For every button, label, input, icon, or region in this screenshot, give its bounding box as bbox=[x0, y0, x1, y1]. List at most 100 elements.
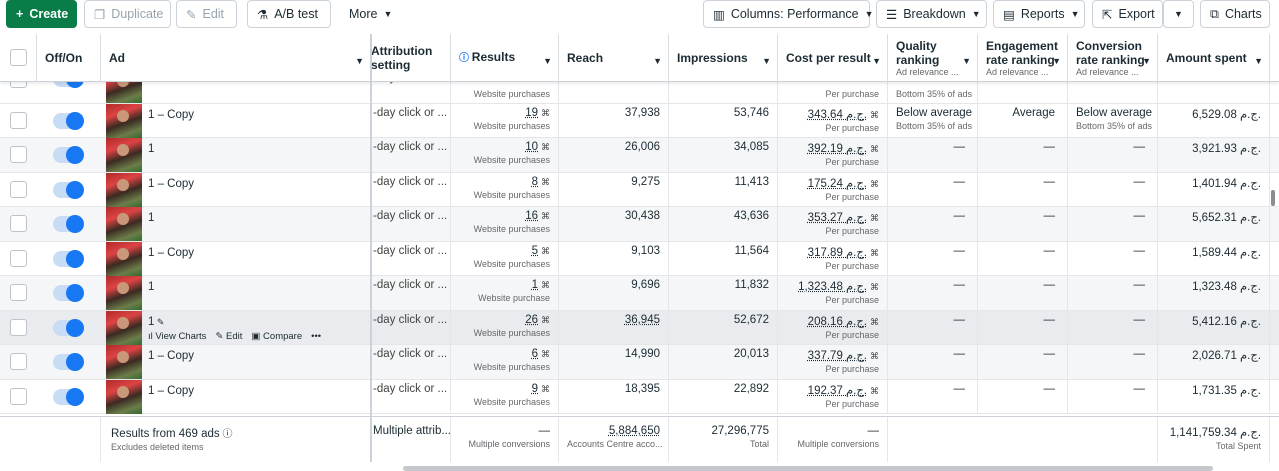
row-checkbox[interactable] bbox=[10, 318, 27, 336]
ad-toggle[interactable] bbox=[53, 353, 84, 371]
results-value[interactable]: 16 bbox=[525, 210, 538, 222]
amount-spent-header[interactable]: Amount spent ▼ bbox=[1158, 34, 1270, 82]
results-value[interactable]: 8 bbox=[532, 176, 538, 188]
more-options-icon[interactable]: ••• bbox=[311, 331, 321, 342]
vertical-scrollbar[interactable] bbox=[1271, 190, 1275, 206]
row-checkbox[interactable] bbox=[10, 249, 27, 267]
results-header[interactable]: ⓘ Results ▼ bbox=[451, 34, 559, 82]
create-button[interactable]: + Create bbox=[6, 0, 77, 28]
results-value[interactable]: 6 bbox=[532, 348, 538, 360]
cost-value[interactable]: 192.37 ج.م. bbox=[808, 385, 867, 397]
row-checkbox[interactable] bbox=[10, 353, 27, 370]
caret-down-icon: ▼ bbox=[864, 9, 874, 19]
cost-value[interactable]: 353.27 ج.م. bbox=[808, 212, 867, 224]
cost-per-result-header[interactable]: Cost per result ▼ bbox=[778, 34, 888, 82]
info-icon: ⓘ bbox=[459, 53, 472, 64]
conversion-cell: — bbox=[1068, 207, 1158, 241]
row-checkbox[interactable] bbox=[10, 284, 27, 301]
ad-toggle[interactable] bbox=[53, 387, 84, 406]
ad-toggle[interactable] bbox=[53, 284, 84, 302]
row-checkbox[interactable] bbox=[10, 146, 27, 163]
impressions-header[interactable]: Impressions ▼ bbox=[669, 34, 778, 82]
comparison-icon: ⌘ bbox=[870, 213, 879, 223]
table-row[interactable]: 1 – Copy -day click or ... 5 ⌘ Website pur… bbox=[0, 241, 1279, 276]
edit-button[interactable]: ✎ Edit bbox=[176, 0, 237, 28]
results-value[interactable]: 26 bbox=[525, 314, 538, 326]
ad-name[interactable]: 1 bbox=[148, 143, 154, 155]
charts-button[interactable]: ⧉ Charts bbox=[1200, 0, 1270, 28]
results-value[interactable]: 10 bbox=[525, 141, 538, 153]
plus-icon: + bbox=[16, 7, 24, 21]
table-row[interactable]: 1 – Copy -day click or ... 8 ⌘ Website pur… bbox=[0, 172, 1279, 207]
results-value[interactable]: 5 bbox=[532, 245, 538, 257]
row-checkbox[interactable] bbox=[10, 111, 27, 129]
ad-header[interactable]: Ad ▼ bbox=[101, 34, 371, 82]
view-charts-link[interactable]: ıl View Charts bbox=[148, 331, 206, 342]
edit-link[interactable]: ✎ Edit bbox=[215, 331, 242, 342]
more-button[interactable]: More ▼ bbox=[339, 0, 401, 28]
cost-value[interactable]: 208.16 ج.م. bbox=[808, 316, 867, 328]
row-checkbox[interactable] bbox=[10, 215, 27, 232]
table-row[interactable]: 1 – Copy -day click or ... 19 ⌘ Website pu… bbox=[0, 103, 1279, 138]
reports-dropdown[interactable]: ▤ Reports ▼ bbox=[993, 0, 1085, 28]
table-row[interactable]: 1 ✎ ıl View Charts ✎ Edit ▣ Compare ••• … bbox=[0, 310, 1279, 345]
compare-link[interactable]: ▣ Compare bbox=[251, 331, 302, 342]
footer-cost: — Multiple conversions bbox=[778, 417, 888, 462]
results-value[interactable]: 19 bbox=[525, 107, 538, 119]
row-checkbox[interactable] bbox=[10, 387, 27, 405]
columns-dropdown[interactable]: ▥ Columns: Performance ▼ bbox=[703, 0, 874, 28]
pencil-icon[interactable]: ✎ bbox=[154, 317, 165, 327]
comparison-icon: ⌘ bbox=[870, 282, 879, 292]
quality-cell: — bbox=[888, 172, 978, 206]
engagement-ranking-header[interactable]: Engagement rate ranking Ad relevance ... ▼ bbox=[978, 34, 1068, 82]
attribution-header[interactable]: Attribution setting bbox=[371, 34, 451, 82]
ad-name[interactable]: 1 bbox=[148, 212, 154, 224]
quality-ranking-header[interactable]: Quality ranking Ad relevance ... ▼ bbox=[888, 34, 978, 82]
duplicate-button[interactable]: ❐ Duplicate bbox=[84, 0, 171, 28]
select-all-checkbox[interactable] bbox=[10, 49, 27, 66]
ab-test-button[interactable]: ⚗ A/B test bbox=[247, 0, 331, 28]
breakdown-dropdown[interactable]: ☰ Breakdown ▼ bbox=[876, 0, 987, 28]
offon-header[interactable]: Off/On bbox=[37, 34, 101, 82]
caret-down-icon: ▼ bbox=[962, 56, 971, 66]
export-options-button[interactable]: ▼ bbox=[1163, 0, 1194, 28]
ad-name[interactable]: 1 ✎ bbox=[148, 316, 164, 328]
quality-cell: — bbox=[888, 345, 978, 379]
reach-cell: 36,945 bbox=[559, 310, 669, 344]
conversion-ranking-header[interactable]: Conversion rate ranking Ad relevance ... ▼ bbox=[1068, 34, 1158, 82]
table-row[interactable]: 1 – Copy -day click or ... 9 ⌘ Website pur… bbox=[0, 379, 1279, 414]
cost-value[interactable]: 1,323.48 ج.م. bbox=[798, 281, 867, 293]
ad-toggle[interactable] bbox=[53, 111, 84, 130]
ad-name[interactable]: 1 – Copy bbox=[148, 178, 194, 190]
export-button[interactable]: ⇱ Export bbox=[1092, 0, 1163, 28]
cost-value[interactable]: 392.19 ج.م. bbox=[808, 143, 867, 155]
reports-icon: ▤ bbox=[1003, 7, 1015, 22]
ad-toggle[interactable] bbox=[53, 146, 84, 164]
ad-name[interactable]: 1 – Copy bbox=[148, 247, 194, 259]
results-value[interactable]: 1 bbox=[532, 279, 538, 291]
cost-value[interactable]: 337.79 ج.م. bbox=[808, 350, 867, 362]
ad-name[interactable]: 1 bbox=[148, 281, 154, 293]
table-row[interactable]: 1 -day click or ... 1 ⌘ Website purchase 9… bbox=[0, 276, 1279, 311]
table-row[interactable]: 1 -day click or ... 16 ⌘ Website purchases… bbox=[0, 207, 1279, 242]
reach-header[interactable]: Reach ▼ bbox=[559, 34, 669, 82]
ad-toggle[interactable] bbox=[53, 180, 84, 199]
ad-toggle[interactable] bbox=[53, 215, 84, 233]
table-row[interactable]: 1 -day click or ... 10 ⌘ Website purchases… bbox=[0, 138, 1279, 173]
conversion-cell: Below average Bottom 35% of ads bbox=[1068, 103, 1158, 137]
comparison-icon: ⌘ bbox=[541, 280, 550, 290]
table-row[interactable]: 1 – Copy -day click or ... 6 ⌘ Website pur… bbox=[0, 345, 1279, 380]
spent-cell: 2,026.71 ج.م. bbox=[1158, 345, 1270, 379]
ad-name[interactable]: 1 – Copy bbox=[148, 385, 194, 397]
ad-name[interactable]: 1 – Copy bbox=[148, 350, 194, 362]
breakdown-icon: ☰ bbox=[886, 7, 898, 22]
row-checkbox[interactable] bbox=[10, 180, 27, 198]
ad-toggle[interactable] bbox=[53, 249, 84, 268]
results-value[interactable]: 9 bbox=[532, 383, 538, 395]
cost-value[interactable]: 175.24 ج.م. bbox=[808, 178, 867, 190]
horizontal-scrollbar[interactable] bbox=[403, 466, 1213, 471]
cost-value[interactable]: 343.64 ج.م. bbox=[808, 109, 867, 121]
ad-toggle[interactable] bbox=[53, 318, 84, 337]
cost-value[interactable]: 317.89 ج.م. bbox=[808, 247, 867, 259]
ad-name[interactable]: 1 – Copy bbox=[148, 109, 194, 121]
